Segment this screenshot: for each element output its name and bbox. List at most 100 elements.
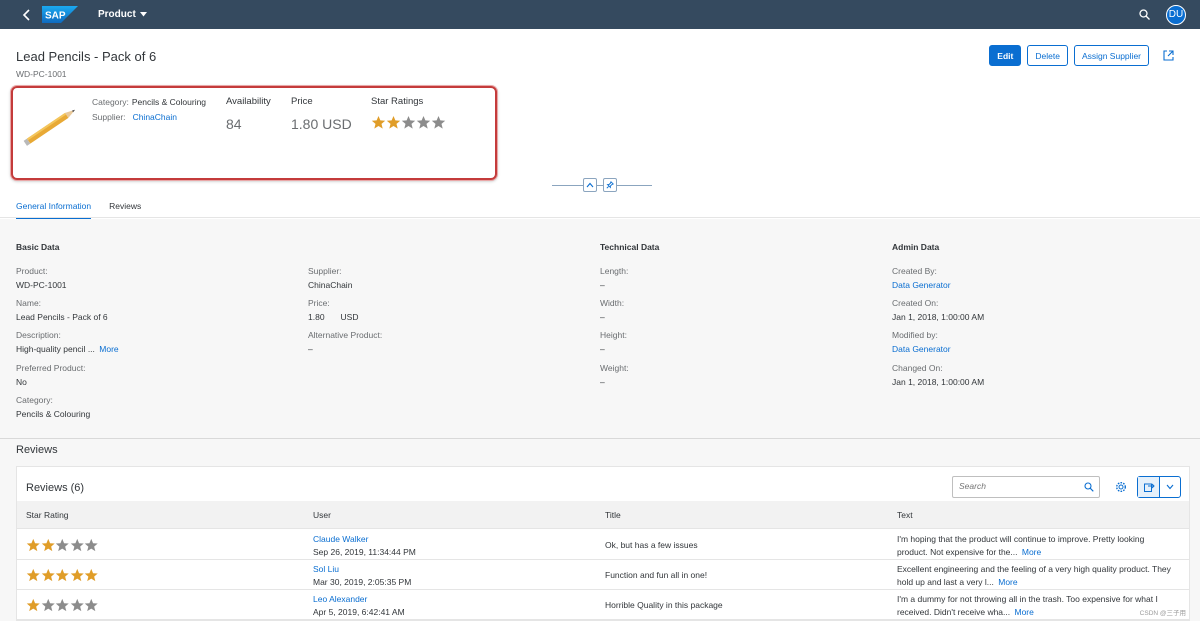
search-field[interactable] xyxy=(952,476,1100,498)
section-divider xyxy=(0,438,1200,439)
category-value: Pencils & Colouring xyxy=(131,97,207,107)
row-title: Horrible Quality in this package xyxy=(605,600,723,610)
product-value: WD-PC-1001 xyxy=(16,280,67,290)
row-more-link[interactable]: More xyxy=(1015,607,1034,617)
basic-data-title: Basic Data xyxy=(16,242,60,252)
created-on-label: Created On: xyxy=(892,298,939,308)
star-filled-icon xyxy=(386,115,401,129)
category-value-basic: Pencils & Colouring xyxy=(16,409,91,419)
weight-field: Weight: – xyxy=(600,363,629,387)
created-by-link[interactable]: Data Generator xyxy=(892,280,951,290)
description-value: High-quality pencil ... xyxy=(16,344,95,354)
star-filled-icon xyxy=(41,538,55,552)
price-label: Price xyxy=(291,96,313,107)
table-row[interactable]: Leo Alexander Apr 5, 2019, 6:42:41 AM Ho… xyxy=(17,590,1189,620)
reviews-section-title: Reviews xyxy=(16,444,58,456)
category-field: Category: Pencils & Colouring xyxy=(92,97,206,107)
supplier-link[interactable]: ChinaChain xyxy=(133,112,177,122)
row-text-line2: product. Not expensive for the... xyxy=(897,547,1018,557)
alternative-product-field: Alternative Product: – xyxy=(308,330,382,354)
page-subtitle: WD-PC-1001 xyxy=(16,69,67,79)
created-by-field: Created By: Data Generator xyxy=(892,266,951,290)
changed-on-value: Jan 1, 2018, 1:00:00 AM xyxy=(892,377,985,387)
edit-button[interactable]: Edit xyxy=(989,45,1022,66)
app-title-menu[interactable]: Product xyxy=(98,9,147,20)
table-header: Star Rating User Title Text xyxy=(17,501,1189,529)
reviews-table-card: Reviews (6) Star Rating User Title Text … xyxy=(16,466,1190,621)
category-label-basic: Category: xyxy=(16,395,53,405)
name-field: Name: Lead Pencils - Pack of 6 xyxy=(16,298,108,322)
modified-by-link[interactable]: Data Generator xyxy=(892,344,951,354)
back-button[interactable] xyxy=(14,0,40,29)
preferred-field: Preferred Product: No xyxy=(16,363,85,387)
gear-icon xyxy=(1115,481,1127,493)
admin-data-title: Admin Data xyxy=(892,242,940,252)
category-label: Category: xyxy=(92,97,129,107)
share-icon[interactable] xyxy=(1163,50,1174,61)
star-empty-icon xyxy=(41,598,55,612)
column-header-user[interactable]: User xyxy=(313,510,331,520)
description-more-link[interactable]: More xyxy=(99,344,118,354)
length-label: Length: xyxy=(600,266,629,276)
rating-kpi: Star Ratings xyxy=(371,96,446,130)
table-row[interactable]: Claude Walker Sep 26, 2019, 11:34:44 PM … xyxy=(17,530,1189,560)
shell-bar: SAP Product DU xyxy=(0,0,1200,29)
object-header: Lead Pencils - Pack of 6 WD-PC-1001 Edit… xyxy=(0,29,1200,219)
column-header-title[interactable]: Title xyxy=(605,510,621,520)
star-empty-icon xyxy=(401,115,416,129)
search-icon[interactable] xyxy=(1139,9,1150,20)
row-user-link[interactable]: Sol Liu xyxy=(313,564,411,574)
star-empty-icon xyxy=(55,598,69,612)
row-star-rating xyxy=(26,598,99,613)
header-divider xyxy=(0,217,1200,218)
supplier-field-basic: Supplier: ChinaChain xyxy=(308,266,352,290)
header-actions: Edit Delete Assign Supplier xyxy=(989,45,1174,66)
export-dropdown-button[interactable] xyxy=(1160,477,1180,497)
row-date: Sep 26, 2019, 11:34:44 PM xyxy=(313,547,416,557)
export-button[interactable] xyxy=(1138,477,1160,497)
supplier-label-basic: Supplier: xyxy=(308,266,342,276)
created-on-value: Jan 1, 2018, 1:00:00 AM xyxy=(892,312,985,322)
settings-button[interactable] xyxy=(1112,478,1130,496)
price-value-wrap: 1.80 USD xyxy=(308,312,359,322)
search-icon[interactable] xyxy=(1084,482,1094,492)
row-more-link[interactable]: More xyxy=(998,577,1017,587)
reviews-table-title: Reviews (6) xyxy=(26,482,85,494)
row-more-link[interactable]: More xyxy=(1022,547,1041,557)
star-filled-icon xyxy=(41,568,55,582)
row-text-line2: received. Didn't receive wha... xyxy=(897,607,1011,617)
page-title: Lead Pencils - Pack of 6 xyxy=(16,49,157,64)
header-collapser xyxy=(552,178,652,192)
pin-header-button[interactable] xyxy=(603,178,617,192)
star-rating xyxy=(371,115,446,130)
collapse-header-button[interactable] xyxy=(583,178,597,192)
star-empty-icon xyxy=(416,115,431,129)
availability-label: Availability xyxy=(226,96,271,107)
pin-icon xyxy=(606,181,614,189)
row-text-line1: Excellent engineering and the feeling of… xyxy=(897,564,1171,574)
sap-logo[interactable]: SAP xyxy=(42,6,78,23)
user-avatar[interactable]: DU xyxy=(1166,4,1186,25)
width-value: – xyxy=(600,312,605,322)
search-input[interactable] xyxy=(959,481,1069,491)
delete-button[interactable]: Delete xyxy=(1027,45,1068,66)
table-row[interactable]: Sol Liu Mar 30, 2019, 2:05:35 PM Functio… xyxy=(17,560,1189,590)
column-header-star-rating[interactable]: Star Rating xyxy=(26,510,69,520)
preferred-label: Preferred Product: xyxy=(16,363,86,373)
row-user-link[interactable]: Claude Walker xyxy=(313,534,416,544)
rating-label: Star Ratings xyxy=(371,96,424,107)
star-empty-icon xyxy=(55,538,69,552)
supplier-value-basic: ChinaChain xyxy=(308,280,353,290)
price-kpi: Price 1.80 USD xyxy=(291,96,352,132)
weight-label: Weight: xyxy=(600,363,629,373)
export-menu-button[interactable] xyxy=(1137,476,1181,498)
supplier-label: Supplier: xyxy=(92,112,126,122)
weight-value: – xyxy=(600,377,605,387)
length-value: – xyxy=(600,280,605,290)
assign-supplier-button[interactable]: Assign Supplier xyxy=(1073,45,1149,66)
star-filled-icon xyxy=(371,115,386,129)
price-field-basic: Price: 1.80 USD xyxy=(308,298,359,322)
row-user-link[interactable]: Leo Alexander xyxy=(313,594,405,604)
star-empty-icon xyxy=(84,538,98,552)
column-header-text[interactable]: Text xyxy=(897,510,913,520)
